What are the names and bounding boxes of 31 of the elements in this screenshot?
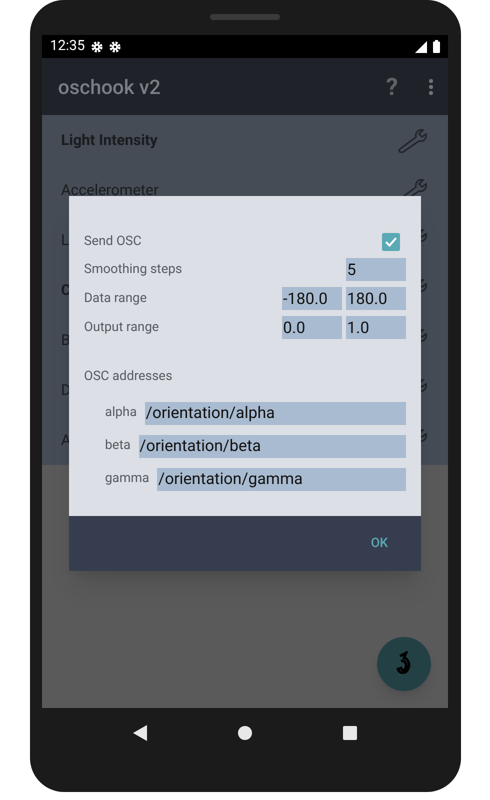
recents-icon[interactable] <box>343 726 358 740</box>
hook-button[interactable] <box>377 637 431 691</box>
gear-icon <box>108 40 121 52</box>
number-field[interactable]: 0.0 <box>282 316 342 339</box>
number-field[interactable]: 5 <box>346 258 406 281</box>
home-icon[interactable] <box>238 726 252 740</box>
checkmark-icon <box>385 237 397 247</box>
address-label: alpha <box>105 404 137 422</box>
more-options-icon[interactable] <box>428 78 434 96</box>
gear-icon <box>90 40 103 52</box>
app-title: oschook v2 <box>58 74 162 100</box>
back-icon[interactable] <box>132 725 147 741</box>
number-field[interactable]: -180.0 <box>282 287 342 310</box>
field-label: Output range <box>84 318 160 337</box>
number-field[interactable]: 180.0 <box>346 287 406 310</box>
signal-icon <box>415 40 427 52</box>
number-field[interactable]: 1.0 <box>346 316 406 339</box>
field-label: Smoothing steps <box>84 260 184 279</box>
speaker-slot <box>210 14 280 20</box>
send-osc-checkbox[interactable] <box>382 233 400 251</box>
field-label: Data range <box>84 290 148 308</box>
address-field[interactable]: /orientation/beta <box>138 434 406 458</box>
address-label: beta <box>105 437 131 456</box>
address-field[interactable]: /orientation/alpha <box>144 402 406 424</box>
send-osc-label: Send OSC <box>84 233 142 252</box>
ok-button[interactable]: OK <box>370 534 388 554</box>
status-time: 12:35 <box>50 37 85 56</box>
address-field[interactable]: /orientation/gamma <box>157 468 406 490</box>
battery-icon <box>433 40 440 53</box>
address-label: gamma <box>105 470 150 488</box>
section-heading: OSC addresses <box>84 368 174 386</box>
